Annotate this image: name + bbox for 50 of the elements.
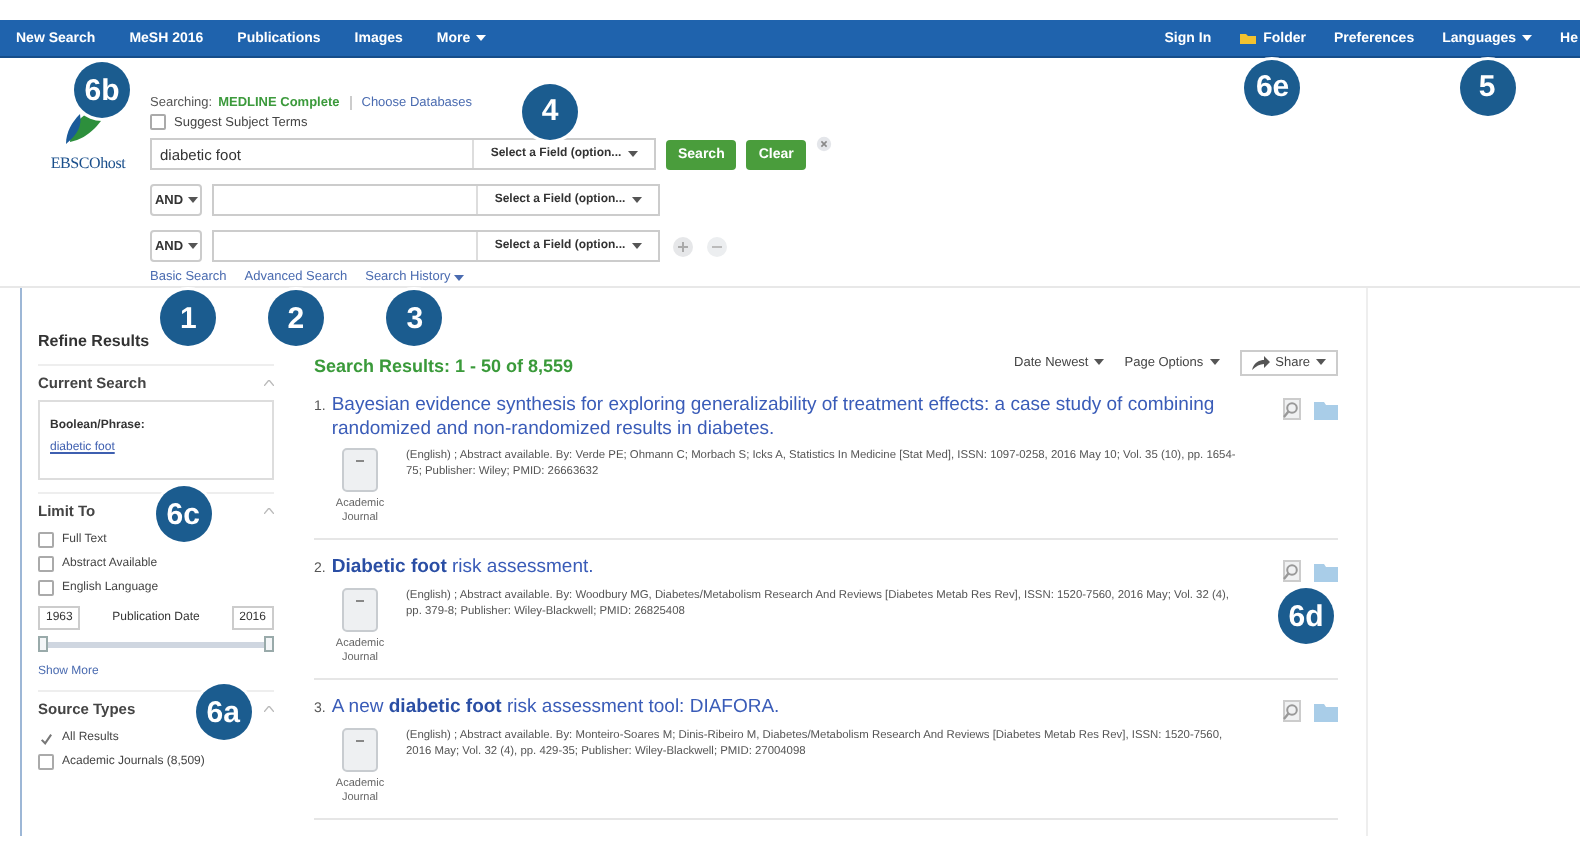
- checkbox[interactable]: [38, 556, 54, 572]
- caret-icon: [476, 34, 487, 42]
- preview-icon: [1282, 560, 1302, 582]
- callout-badge: 5: [1459, 59, 1516, 115]
- preview-icon: [1282, 700, 1302, 722]
- caret-icon: [1522, 34, 1533, 42]
- callout-badge: 1: [160, 290, 217, 346]
- folder-icon: [1239, 32, 1256, 44]
- callout-badge: 6e: [1244, 59, 1301, 115]
- folder-icon: [1314, 701, 1338, 721]
- result-title-link[interactable]: A new diabetic foot risk assessment tool: DIAFORA.: [331, 696, 1242, 720]
- callout-badge: 3: [386, 290, 443, 346]
- collapse-icon: [264, 380, 274, 386]
- caret-icon: [187, 242, 198, 250]
- folder-icon: [1314, 561, 1338, 581]
- checkbox[interactable]: [38, 754, 54, 770]
- results-summary: Search Results: 1 - 50 of 8,559: [314, 356, 574, 376]
- sidebar-title: Refine Results: [38, 332, 152, 350]
- callout-badge: 6b: [74, 62, 130, 118]
- checkbox[interactable]: [38, 532, 54, 548]
- caret-icon: [187, 196, 198, 204]
- callout-badge: 4: [522, 83, 579, 139]
- collapse-icon: [264, 706, 274, 712]
- result-title-link[interactable]: Diabetic foot risk assessment.: [331, 556, 1242, 580]
- add-icon: [672, 235, 694, 257]
- close-icon: [815, 136, 832, 152]
- callout-badge: 6c: [155, 486, 212, 542]
- callout-badge: 2: [267, 290, 324, 346]
- preview-icon: [1282, 398, 1302, 420]
- journal-icon: [342, 588, 378, 632]
- collapse-icon: [264, 508, 274, 514]
- slider-handle[interactable]: [38, 636, 48, 652]
- check-icon: [40, 731, 52, 745]
- logo-text: EBSCOhost: [50, 154, 126, 172]
- caret-icon: [1094, 358, 1105, 366]
- slider-fill[interactable]: [44, 642, 268, 648]
- remove-icon: [706, 235, 728, 257]
- folder-icon: [1314, 399, 1338, 419]
- caret-icon: [1209, 358, 1220, 366]
- share-icon: [1251, 355, 1270, 369]
- journal-icon: [342, 448, 378, 492]
- slider-handle[interactable]: [264, 636, 274, 652]
- result-title-link[interactable]: Bayesian evidence synthesis for exploring generalizability of treatment effects: a case study of combining randomized and non-randomized results in diabetes.: [331, 394, 1242, 442]
- callout-badge: 6d: [1278, 588, 1334, 644]
- caret-icon: [1316, 358, 1326, 366]
- checkbox[interactable]: [150, 114, 166, 130]
- checkbox[interactable]: [38, 580, 54, 596]
- callout-badge: 6a: [195, 684, 252, 740]
- journal-icon: [342, 728, 378, 772]
- caret-icon: [454, 273, 465, 281]
